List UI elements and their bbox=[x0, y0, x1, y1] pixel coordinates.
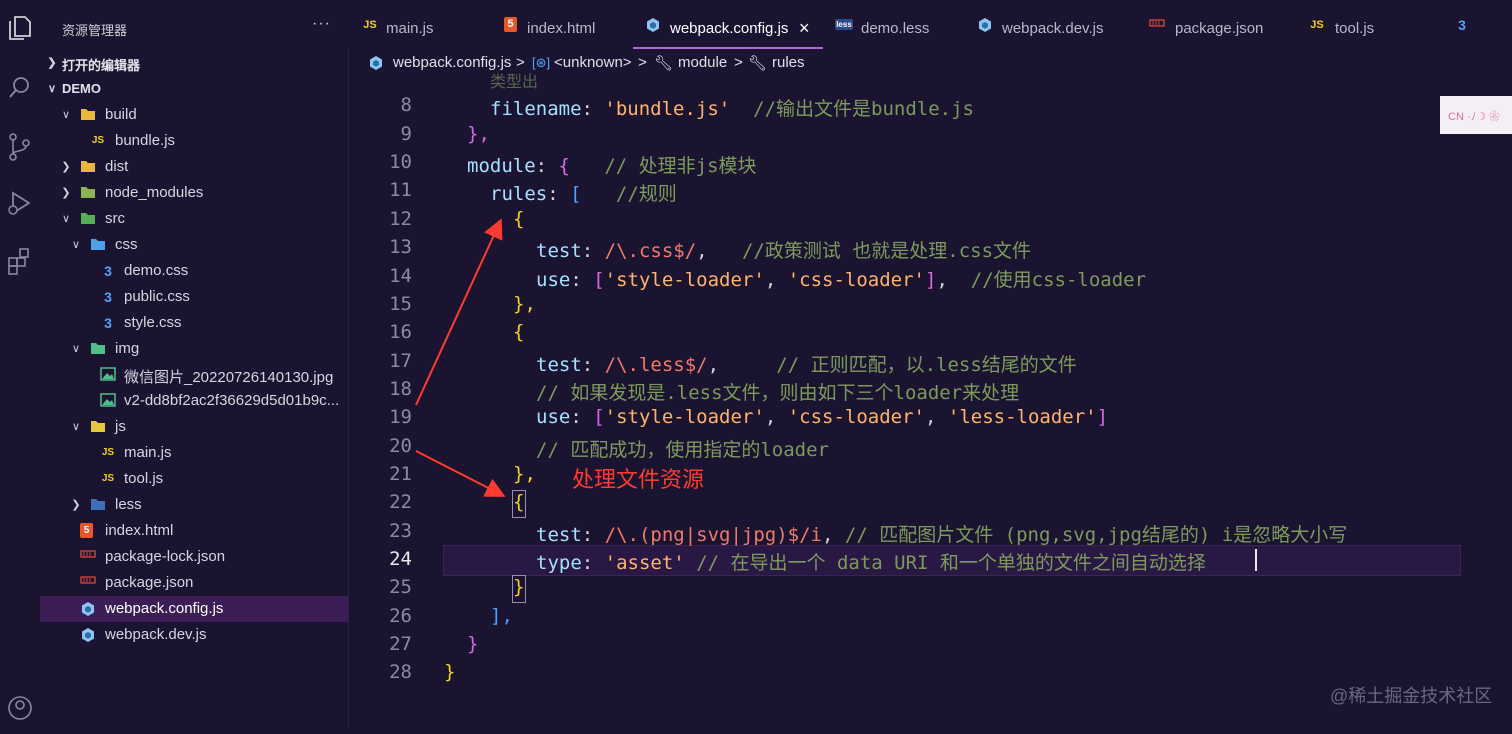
annotation-arrow-up bbox=[415, 218, 503, 406]
annotation-arrow-down bbox=[415, 450, 506, 497]
floating-widget[interactable]: CN ·ﾉ☽ ❀ bbox=[1440, 96, 1512, 134]
watermark: @稀土掘金技术社区 bbox=[1330, 686, 1493, 706]
annotation-label: 处理文件资源 bbox=[572, 467, 705, 492]
annotation-arrows bbox=[415, 218, 506, 497]
floating-widget-label: CN ·ﾉ☽ ❀ bbox=[1448, 111, 1501, 123]
